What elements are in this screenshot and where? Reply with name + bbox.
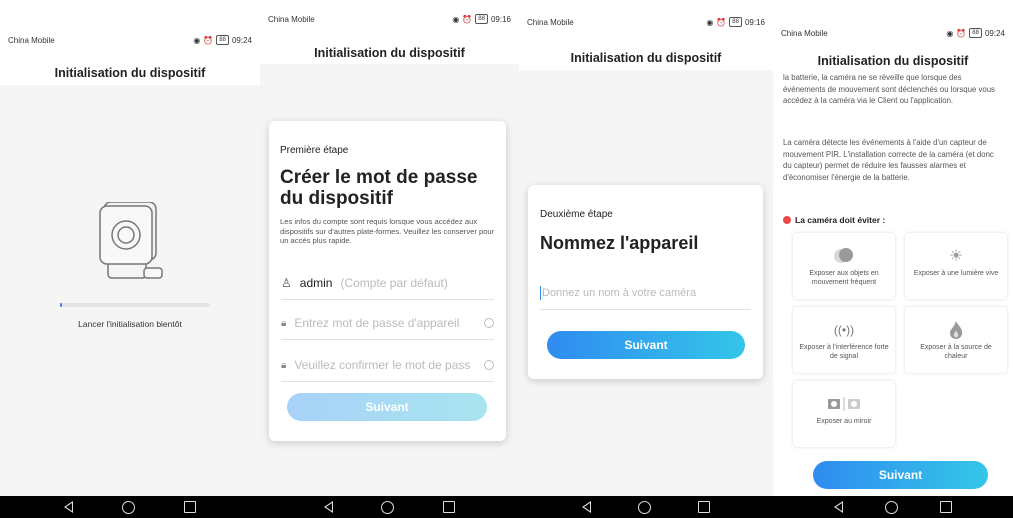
alarm-icon: ⏰ [956,28,967,38]
hazard-label: Exposer au miroir [816,418,872,425]
system-nav-bar [519,496,773,518]
system-nav-bar [260,496,519,518]
hazard-label: Exposer à une lumière vive [913,270,999,277]
next-button[interactable]: Suivant [813,461,988,489]
avoid-heading: La caméra doit éviter : [783,215,885,225]
hazard-card: Exposer aux objets en mouvement fréquent [793,233,895,299]
card-heading: Nommez l'appareil [540,233,699,253]
status-bar: China Mobile ◉ ⏰ 88 09:16 [260,8,519,30]
next-button[interactable]: Suivant [547,331,745,359]
password-field[interactable]: 🔒︎ Entrez mot de passe d'appareil [281,307,494,340]
hazard-card: ☀ Exposer à une lumière vive [905,233,1007,299]
lock-icon: 🔒︎ [281,359,287,371]
clock: 09:16 [490,14,511,24]
battery-icon: 88 [969,28,982,38]
alarm-icon: ⏰ [716,17,727,27]
progress-caption: Lancer l'initialisation bientôt [78,319,182,329]
password-placeholder: Entrez mot de passe d'appareil [294,316,460,330]
eye-toggle-icon[interactable] [484,360,494,370]
signal-icon: ((•)) [833,323,855,337]
back-icon[interactable] [324,501,334,513]
hazard-card: Exposer à la source de chaleur [905,307,1007,373]
recents-icon[interactable] [442,501,455,513]
flame-icon [950,321,963,339]
clock: 09:24 [984,28,1005,38]
back-icon[interactable] [64,501,74,513]
screen-name-device: China Mobile ◉ ⏰ 88 09:16 Initialisation du… [519,0,773,518]
page-title: Initialisation du dispositif [54,66,206,80]
tips-paragraph: La caméra détecte les événements à l'aid… [783,138,994,182]
carrier-label: China Mobile [8,35,55,45]
back-icon[interactable] [582,501,592,513]
hazard-label: Exposer à la source de chaleur [920,344,992,360]
confirm-password-field[interactable]: 🔒︎ Veuillez confirmer le mot de pass [281,349,494,382]
carrier-label: China Mobile [268,14,315,24]
eye-icon: ◉ [452,14,460,24]
recents-icon[interactable] [183,501,196,513]
hazard-card: Exposer au miroir [793,381,895,447]
system-nav-bar [0,496,260,518]
eye-icon: ◉ [193,35,201,45]
progress-fill [60,303,62,307]
screen-init-loading: China Mobile ◉ ⏰ 88 09:24 Initialisation du… [0,0,260,518]
sun-icon: ☀ [948,248,964,265]
confirm-placeholder: Veuillez confirmer le mot de pass [294,358,471,372]
system-nav-bar [773,496,1013,518]
alarm-icon: ⏰ [203,35,214,45]
home-icon[interactable] [637,500,651,514]
progress-track [60,303,210,307]
hazard-label: Exposer aux objets en mouvement fréquent [809,270,879,286]
carrier-label: China Mobile [527,17,574,27]
username-field[interactable]: ♙ admin (Compte par défaut) [281,267,494,300]
alarm-icon: ⏰ [462,14,473,24]
screen-installation-tips: China Mobile ◉ ⏰ 88 09:24 Initialisation du… [773,0,1013,518]
moving-objects-icon [834,248,853,263]
clock: 09:24 [231,35,252,45]
tips-paragraph: la batterie, la caméra ne se réveille qu… [783,73,995,105]
home-icon[interactable] [121,500,135,514]
status-bar: China Mobile ◉ ⏰ 88 09:24 [0,29,260,51]
step-label: Première étape [280,145,349,156]
step-label: Deuxième étape [540,209,613,220]
page-title: Initialisation du dispositif [570,51,722,65]
card-description: Les infos du compte sont requis lorsque … [280,217,495,245]
text-cursor [540,286,541,300]
username-value: admin [299,276,333,290]
home-icon[interactable] [381,500,395,514]
carrier-label: China Mobile [781,28,828,38]
mirror-icon [828,397,860,411]
clock: 09:16 [744,17,765,27]
eye-toggle-icon[interactable] [484,318,494,328]
user-icon: ♙ [281,276,292,290]
camera-illustration [98,201,166,282]
recents-icon[interactable] [940,501,952,513]
status-bar: China Mobile ◉ ⏰ 88 09:24 [773,22,1013,44]
device-name-input[interactable]: Donnez un nom à votre caméra [540,277,751,310]
battery-icon: 88 [475,14,488,24]
battery-icon: 88 [729,17,742,27]
lock-icon: 🔒︎ [281,317,287,329]
username-hint: (Compte par défaut) [340,276,448,290]
recents-icon[interactable] [697,501,710,513]
eye-icon: ◉ [946,28,954,38]
next-button[interactable]: Suivant [287,393,487,421]
screen-create-password: China Mobile ◉ ⏰ 88 09:16 Initialisation du… [260,0,519,518]
eye-icon: ◉ [706,17,714,27]
warning-icon [783,216,791,224]
back-icon[interactable] [834,501,843,513]
name-card: Deuxième étape Nommez l'appareil Donnez … [528,185,763,379]
page-title: Initialisation du dispositif [817,54,969,68]
password-card: Première étape Créer le mot de passe du … [269,121,506,441]
device-name-placeholder: Donnez un nom à votre caméra [542,287,697,299]
tips-scroll[interactable]: la batterie, la caméra ne se réveille qu… [773,72,1013,496]
home-icon[interactable] [885,500,898,514]
avoid-title: La caméra doit éviter : [795,215,886,225]
hazard-label: Exposer à l'interférence forte de signal [799,344,889,360]
hazard-card: ((•)) Exposer à l'interférence forte de … [793,307,895,373]
card-heading: Créer le mot de passe du dispositif [280,167,478,209]
status-bar: China Mobile ◉ ⏰ 88 09:16 [519,11,773,33]
camera-icon [99,201,163,279]
page-title: Initialisation du dispositif [314,46,465,60]
battery-icon: 88 [216,35,229,45]
